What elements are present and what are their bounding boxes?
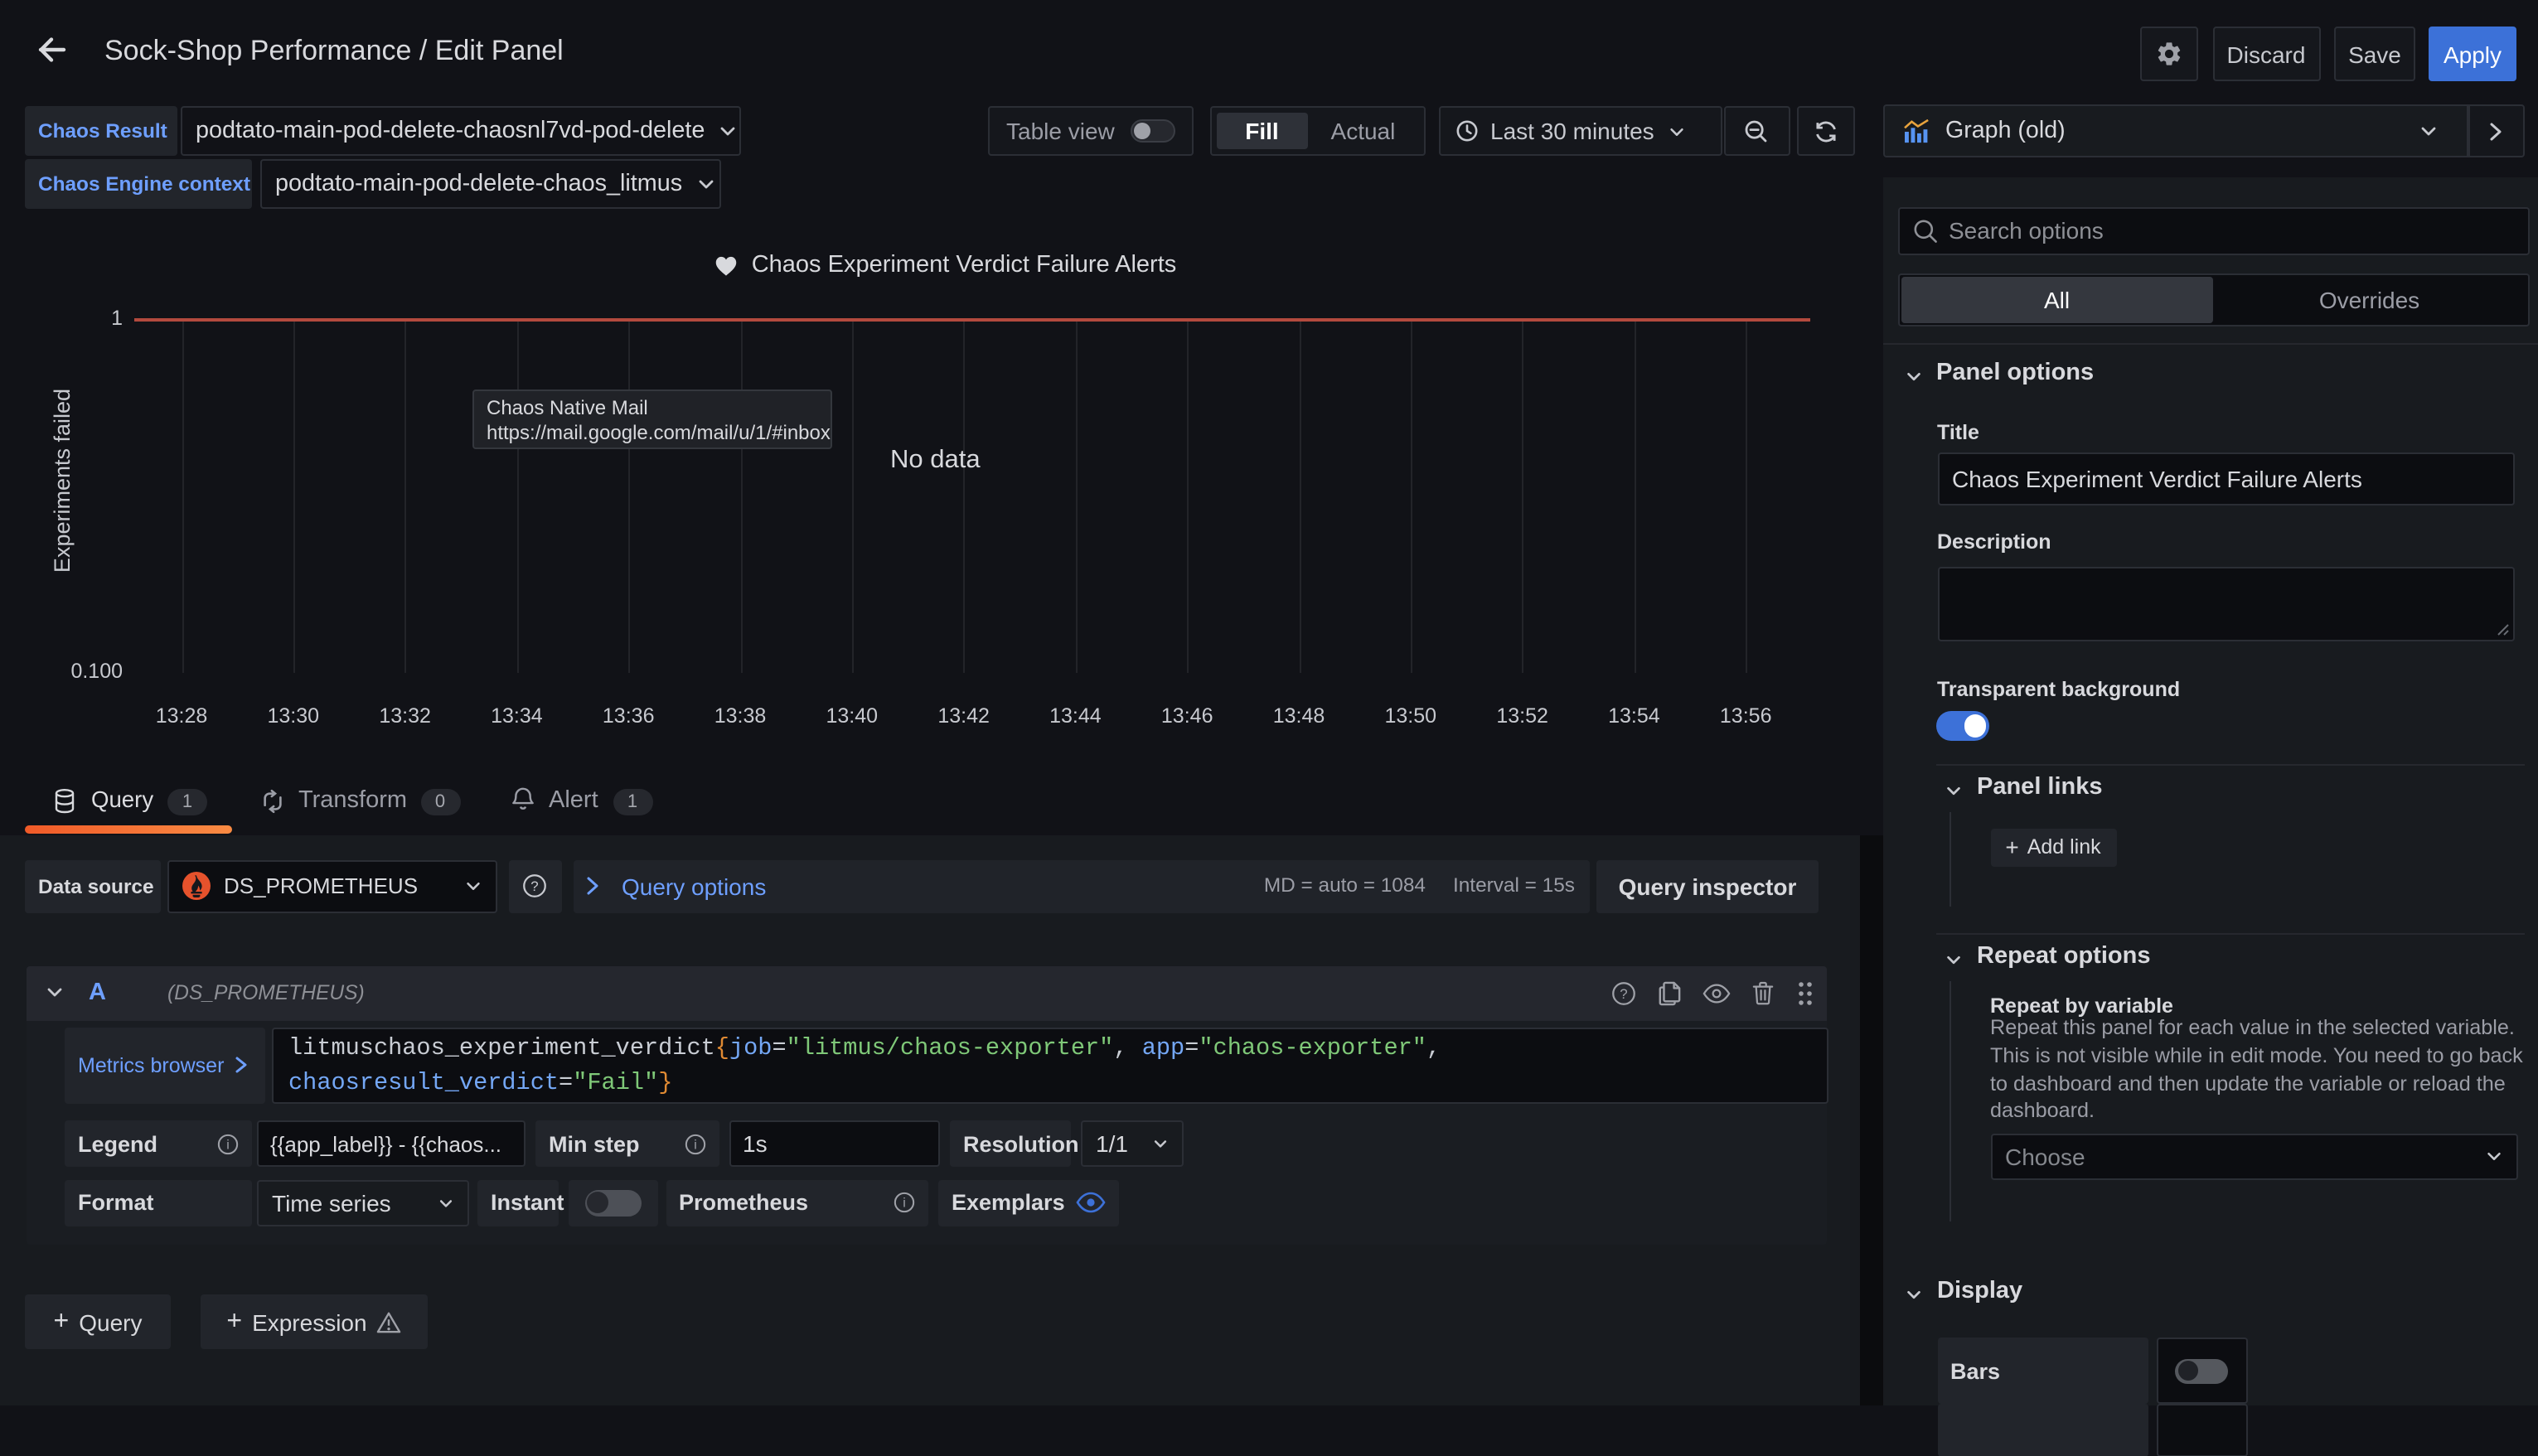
svg-text:i: i: [226, 1138, 230, 1152]
svg-text:i: i: [694, 1138, 697, 1152]
svg-text:?: ?: [1619, 986, 1626, 1002]
svg-text:i: i: [903, 1197, 906, 1211]
svg-text:?: ?: [531, 878, 539, 894]
